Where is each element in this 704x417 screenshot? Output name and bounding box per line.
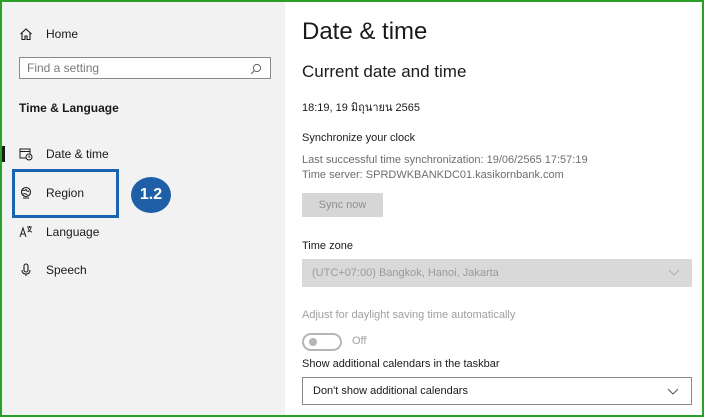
- language-icon: [19, 225, 33, 239]
- dst-toggle[interactable]: [302, 333, 342, 351]
- timezone-label: Time zone: [302, 240, 353, 252]
- sync-heading: Synchronize your clock: [302, 132, 416, 144]
- sidebar-item-label: Speech: [46, 263, 87, 277]
- sidebar-item-home-label: Home: [46, 27, 79, 41]
- section-heading: Current date and time: [302, 62, 467, 81]
- sidebar-item-label: Date & time: [46, 147, 109, 161]
- dst-state: Off: [352, 335, 367, 347]
- home-icon: [19, 27, 33, 41]
- last-sync-text: Last successful time synchronization: 19…: [302, 154, 588, 166]
- current-datetime: 18:19, 19 มิถุนายน 2565: [302, 102, 421, 114]
- sidebar-item-label: Language: [46, 225, 100, 239]
- sidebar-item-home[interactable]: Home: [2, 18, 285, 50]
- main-content: Date & time Current date and time 18:19,…: [285, 2, 702, 415]
- step-badge: 1.2: [131, 177, 171, 213]
- toggle-knob: [309, 338, 317, 346]
- section-title: Time & Language: [19, 101, 119, 115]
- timezone-dropdown[interactable]: (UTC+07:00) Bangkok, Hanoi, Jakarta: [302, 259, 692, 287]
- search-box[interactable]: [19, 57, 271, 79]
- time-server-text: Time server: SPRDWKBANKDC01.kasikornbank…: [302, 169, 564, 181]
- chevron-down-icon: [667, 386, 679, 399]
- page-title: Date & time: [302, 18, 428, 45]
- calendar-clock-icon: [19, 147, 33, 161]
- calendars-dropdown[interactable]: Don't show additional calendars: [302, 377, 692, 405]
- dst-label: Adjust for daylight saving time automati…: [302, 309, 516, 321]
- sync-now-button[interactable]: Sync now: [302, 193, 383, 217]
- highlight-box: [12, 169, 119, 218]
- calendars-value: Don't show additional calendars: [313, 385, 468, 397]
- sidebar-item-date-time[interactable]: Date & time: [2, 138, 285, 170]
- microphone-icon: [19, 263, 33, 277]
- chevron-down-icon: [668, 267, 680, 280]
- sidebar-item-language[interactable]: Language: [2, 216, 285, 248]
- search-input[interactable]: [20, 60, 239, 76]
- timezone-value: (UTC+07:00) Bangkok, Hanoi, Jakarta: [312, 267, 499, 279]
- sidebar-item-speech[interactable]: Speech: [2, 254, 285, 286]
- settings-window: Home Time & Language Date & time Region: [0, 0, 704, 417]
- calendars-label: Show additional calendars in the taskbar: [302, 358, 500, 370]
- search-icon[interactable]: [250, 62, 262, 80]
- sidebar: Home Time & Language Date & time Region: [2, 2, 285, 415]
